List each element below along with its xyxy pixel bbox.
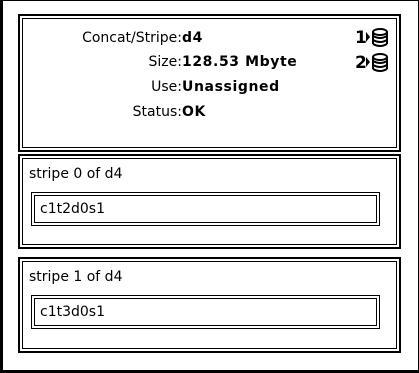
use-label: Use: <box>151 79 182 95</box>
status-label: Status: <box>132 104 182 120</box>
type-label: Concat/Stripe: <box>82 30 182 46</box>
stripe-1-panel[interactable]: stripe 1 of d4 c1t3d0s1 <box>18 257 401 353</box>
stripe-2-number: 2 <box>355 53 367 73</box>
stripe-1-icon: 1 <box>354 27 396 51</box>
stripe-1-component[interactable]: c1t3d0s1 <box>31 295 380 329</box>
stripe-1-title: stripe 1 of d4 <box>29 269 123 285</box>
use-value: Unassigned <box>182 79 280 95</box>
metadevice-name: d4 <box>182 30 203 46</box>
stripe-2-icon: 2 <box>354 52 396 76</box>
size-value: 128.53 Mbyte <box>182 54 298 70</box>
stripe-1-number: 1 <box>355 28 367 48</box>
stripe-0-panel[interactable]: stripe 0 of d4 c1t2d0s1 <box>18 154 401 249</box>
stripe-0-title: stripe 0 of d4 <box>29 166 123 182</box>
size-label: Size: <box>148 54 182 70</box>
stripe-0-component[interactable]: c1t2d0s1 <box>31 192 380 226</box>
metadevice-info-panel[interactable]: Concat/Stripe: d4 Size: 128.53 Mbyte Use… <box>18 14 401 152</box>
status-value: OK <box>182 104 206 120</box>
